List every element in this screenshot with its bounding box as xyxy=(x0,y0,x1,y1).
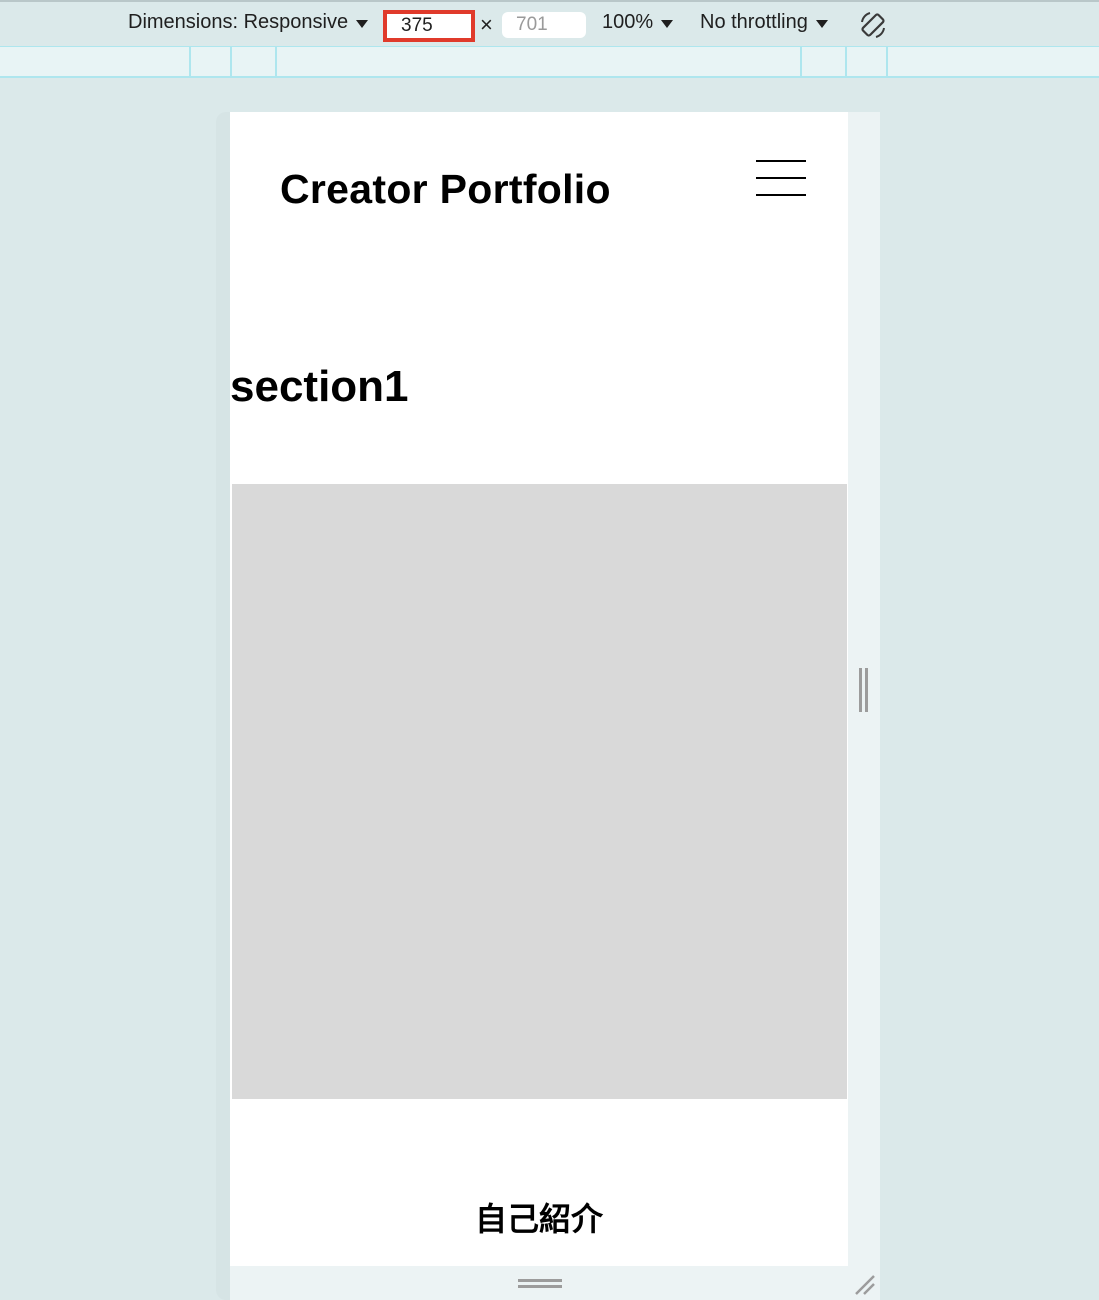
media-query-bar[interactable] xyxy=(0,46,1099,78)
page-viewport: Creator Portfolio section1 自己紹介 xyxy=(230,112,848,1266)
image-placeholder xyxy=(232,484,847,1099)
chevron-down-icon xyxy=(356,19,369,28)
rotate-device-icon[interactable] xyxy=(858,10,888,40)
chevron-down-icon xyxy=(661,19,674,28)
width-input[interactable]: 375 xyxy=(383,10,475,42)
zoom-label: 100% xyxy=(602,11,654,33)
intro-heading: 自己紹介 xyxy=(474,1200,603,1238)
resize-handle-right[interactable] xyxy=(859,668,869,712)
dimensions-dropdown[interactable]: Dimensions: Responsive xyxy=(128,11,369,34)
throttling-dropdown[interactable]: No throttling xyxy=(700,11,828,34)
media-query-marker[interactable] xyxy=(800,47,802,77)
height-input[interactable]: 701 xyxy=(502,12,586,38)
site-title[interactable]: Creator Portfolio xyxy=(280,166,611,213)
media-query-marker[interactable] xyxy=(189,47,191,77)
resize-handle-bottom[interactable] xyxy=(518,1279,562,1289)
zoom-dropdown[interactable]: 100% xyxy=(602,11,674,34)
media-query-marker[interactable] xyxy=(275,47,277,77)
resize-corner-icon[interactable] xyxy=(852,1272,876,1296)
chevron-down-icon xyxy=(815,19,828,28)
media-query-marker[interactable] xyxy=(886,47,888,77)
dimensions-label: Dimensions: Responsive xyxy=(128,11,349,33)
times-separator: × xyxy=(480,12,493,37)
device-toolbar: Dimensions: Responsive 375 × 701 100% No… xyxy=(0,0,1099,46)
media-query-marker[interactable] xyxy=(230,47,232,77)
section-title: section1 xyxy=(230,362,409,411)
media-query-marker[interactable] xyxy=(845,47,847,77)
throttling-label: No throttling xyxy=(700,11,808,33)
hamburger-menu-icon[interactable] xyxy=(756,160,806,198)
